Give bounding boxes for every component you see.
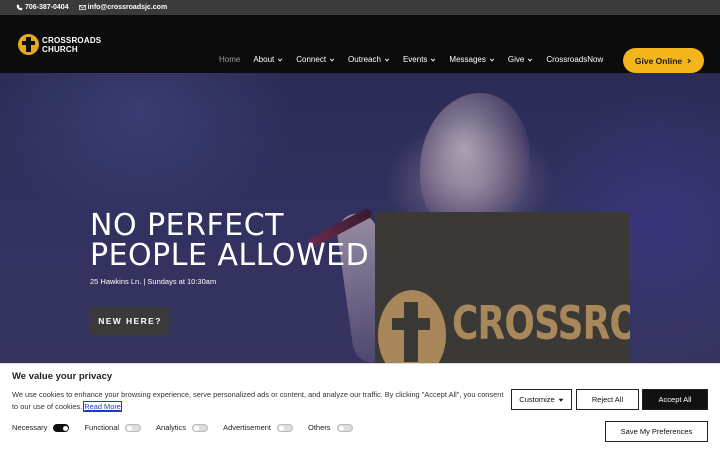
nav-label: CrossroadsNow (546, 55, 604, 64)
nav-item-events[interactable]: Events (403, 55, 436, 64)
toggle-analytics[interactable]: Analytics (156, 423, 209, 432)
nav-label: Give (507, 55, 525, 64)
toggle-switch[interactable] (192, 423, 209, 432)
chevron-down-icon (329, 58, 335, 62)
nav-item-about[interactable]: About (253, 55, 283, 64)
chevron-right-icon (687, 58, 692, 63)
customize-label: Customize (519, 395, 555, 404)
toggle-label: Analytics (156, 423, 187, 432)
nav-label: Connect (296, 55, 327, 64)
site-header: CROSSROADS CHURCH Home About Connect Out… (0, 15, 720, 73)
cookie-title: We value your privacy (12, 371, 113, 382)
give-online-button[interactable]: Give Online (623, 48, 704, 73)
phone-number: 706-387-0404 (25, 4, 69, 11)
nav-item-connect[interactable]: Connect (296, 55, 335, 64)
logo-wordmark: CROSSROADS CHURCH (42, 36, 101, 54)
cookie-category-toggles: Necessary Functional Analytics Advertise… (12, 423, 368, 432)
chevron-down-icon (431, 58, 436, 62)
caret-down-icon (558, 398, 564, 402)
email-contact[interactable]: info@crossroadsjc.com (78, 4, 168, 11)
promo-wordmark: CROSSROADS (452, 296, 630, 350)
chevron-down-icon (489, 58, 495, 62)
chevron-down-icon (528, 58, 533, 62)
toggle-functional[interactable]: Functional (84, 423, 142, 432)
toggle-switch[interactable] (53, 423, 70, 432)
customize-button[interactable]: Customize (511, 389, 572, 410)
nav-item-give[interactable]: Give (508, 55, 533, 64)
read-more-link[interactable]: Read More (83, 401, 122, 412)
toggle-label: Others (308, 423, 331, 432)
nav-label: Home (219, 55, 241, 64)
toggle-switch[interactable] (336, 423, 353, 432)
logo-line1: CROSSROADS (42, 35, 102, 45)
toggle-necessary[interactable]: Necessary (12, 423, 70, 432)
reject-all-button[interactable]: Reject All (576, 389, 639, 410)
nav-item-crossroadsnow[interactable]: CrossroadsNow (546, 55, 603, 64)
new-here-button[interactable]: NEW HERE? (90, 307, 170, 335)
chevron-down-icon (384, 58, 390, 62)
save-preferences-button[interactable]: Save My Preferences (605, 421, 708, 442)
toggle-advertisement[interactable]: Advertisement (223, 423, 293, 432)
give-online-label: Give Online (634, 55, 683, 66)
top-contact-bar: 706-387-0404 info@crossroadsjc.com (0, 0, 720, 15)
nav-item-outreach[interactable]: Outreach (348, 55, 390, 64)
main-nav: Home About Connect Outreach Events Messa… (219, 55, 616, 64)
hero-title: NO PERFECT PEOPLE ALLOWED (90, 211, 369, 271)
nav-item-home[interactable]: Home (219, 55, 240, 64)
cookie-description: We use cookies to enhance your browsing … (12, 389, 507, 413)
toggle-switch[interactable] (125, 423, 142, 432)
hero-title-line1: NO PERFECT (90, 208, 284, 243)
hero-title-line2: PEOPLE ALLOWED (90, 238, 370, 273)
chevron-down-icon (278, 58, 283, 62)
nav-label: Events (402, 55, 428, 64)
accept-all-button[interactable]: Accept All (642, 389, 708, 410)
nav-label: About (253, 55, 275, 64)
promo-video-card[interactable]: CROSSROADS (375, 212, 630, 363)
email-address: info@crossroadsjc.com (87, 4, 168, 11)
phone-contact[interactable]: 706-387-0404 (16, 4, 69, 11)
toggle-label: Functional (84, 423, 120, 432)
phone-icon (16, 4, 23, 11)
logo-line2: CHURCH (42, 44, 78, 54)
hero-section: NO PERFECT PEOPLE ALLOWED 25 Hawkins Ln.… (0, 73, 720, 363)
church-logo[interactable]: CROSSROADS CHURCH (18, 34, 101, 55)
toggle-switch[interactable] (277, 423, 293, 432)
hero-subtitle: 25 Hawkins Ln. | Sundays at 10:30am (90, 277, 217, 286)
nav-item-messages[interactable]: Messages (449, 55, 495, 64)
cross-logo-icon (18, 34, 39, 55)
envelope-icon (78, 5, 86, 10)
toggle-label: Advertisement (223, 423, 271, 432)
toggle-label: Necessary (12, 423, 48, 432)
cookie-consent-banner: We value your privacy We use cookies to … (0, 363, 720, 450)
nav-label: Messages (449, 55, 486, 64)
promo-cross-logo-icon (378, 290, 446, 363)
nav-label: Outreach (348, 55, 381, 64)
toggle-others[interactable]: Others (308, 423, 353, 432)
